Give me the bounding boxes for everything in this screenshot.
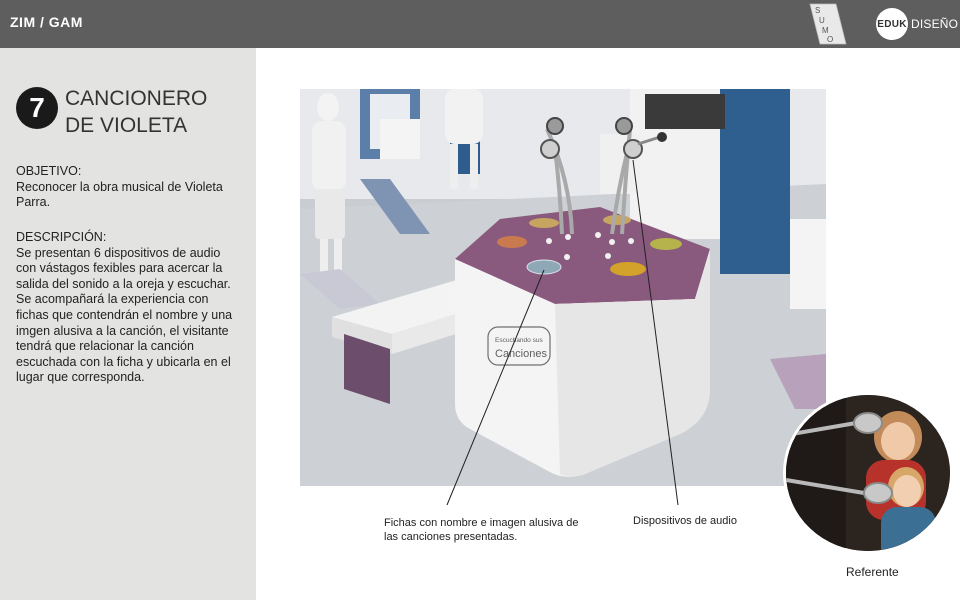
description-text: Se presentan 6 dispositivos de audio con…: [16, 245, 233, 385]
description-label: DESCRIPCIÓN:: [16, 230, 107, 244]
eduk-badge: EDUK: [876, 8, 908, 40]
eduk-logo: EDUK DISEÑO: [876, 8, 958, 40]
description-block: DESCRIPCIÓN: Se presentan 6 dispositivos…: [16, 230, 241, 386]
sumo-letter-s: S: [815, 6, 820, 15]
sumo-letter-o: O: [827, 35, 833, 44]
objective-label: OBJETIVO:: [16, 164, 82, 178]
objective-text: Reconocer la obra musical de Violeta Par…: [16, 179, 223, 210]
eduk-text: DISEÑO: [911, 17, 959, 31]
section-title: CANCIONERO DE VIOLETA: [65, 85, 245, 139]
section-title-line2: DE VIOLETA: [65, 114, 188, 137]
sumo-logo: S U M O: [809, 3, 847, 45]
caption-audio-devices: Dispositivos de audio: [633, 515, 737, 527]
top-bar: ZIM / GAM S U M O EDUK DISEÑO: [0, 0, 960, 48]
project-title: ZIM / GAM: [10, 14, 83, 30]
section-number-badge: 7: [16, 87, 58, 129]
sumo-letter-m: M: [822, 26, 829, 35]
kiosk-render-image: Escuchando sus Canciones: [300, 89, 826, 486]
section-title-line1: CANCIONERO: [65, 87, 208, 110]
caption-referente: Referente: [846, 565, 899, 579]
reference-photo: [783, 392, 953, 554]
kiosk-label-small: Escuchando sus: [495, 337, 543, 344]
caption-fichas: Fichas con nombre e imagen alusiva de la…: [384, 517, 579, 543]
sumo-letter-u: U: [819, 16, 825, 25]
objective-block: OBJETIVO: Reconocer la obra musical de V…: [16, 164, 241, 211]
kiosk-label-big: Canciones: [495, 348, 547, 360]
